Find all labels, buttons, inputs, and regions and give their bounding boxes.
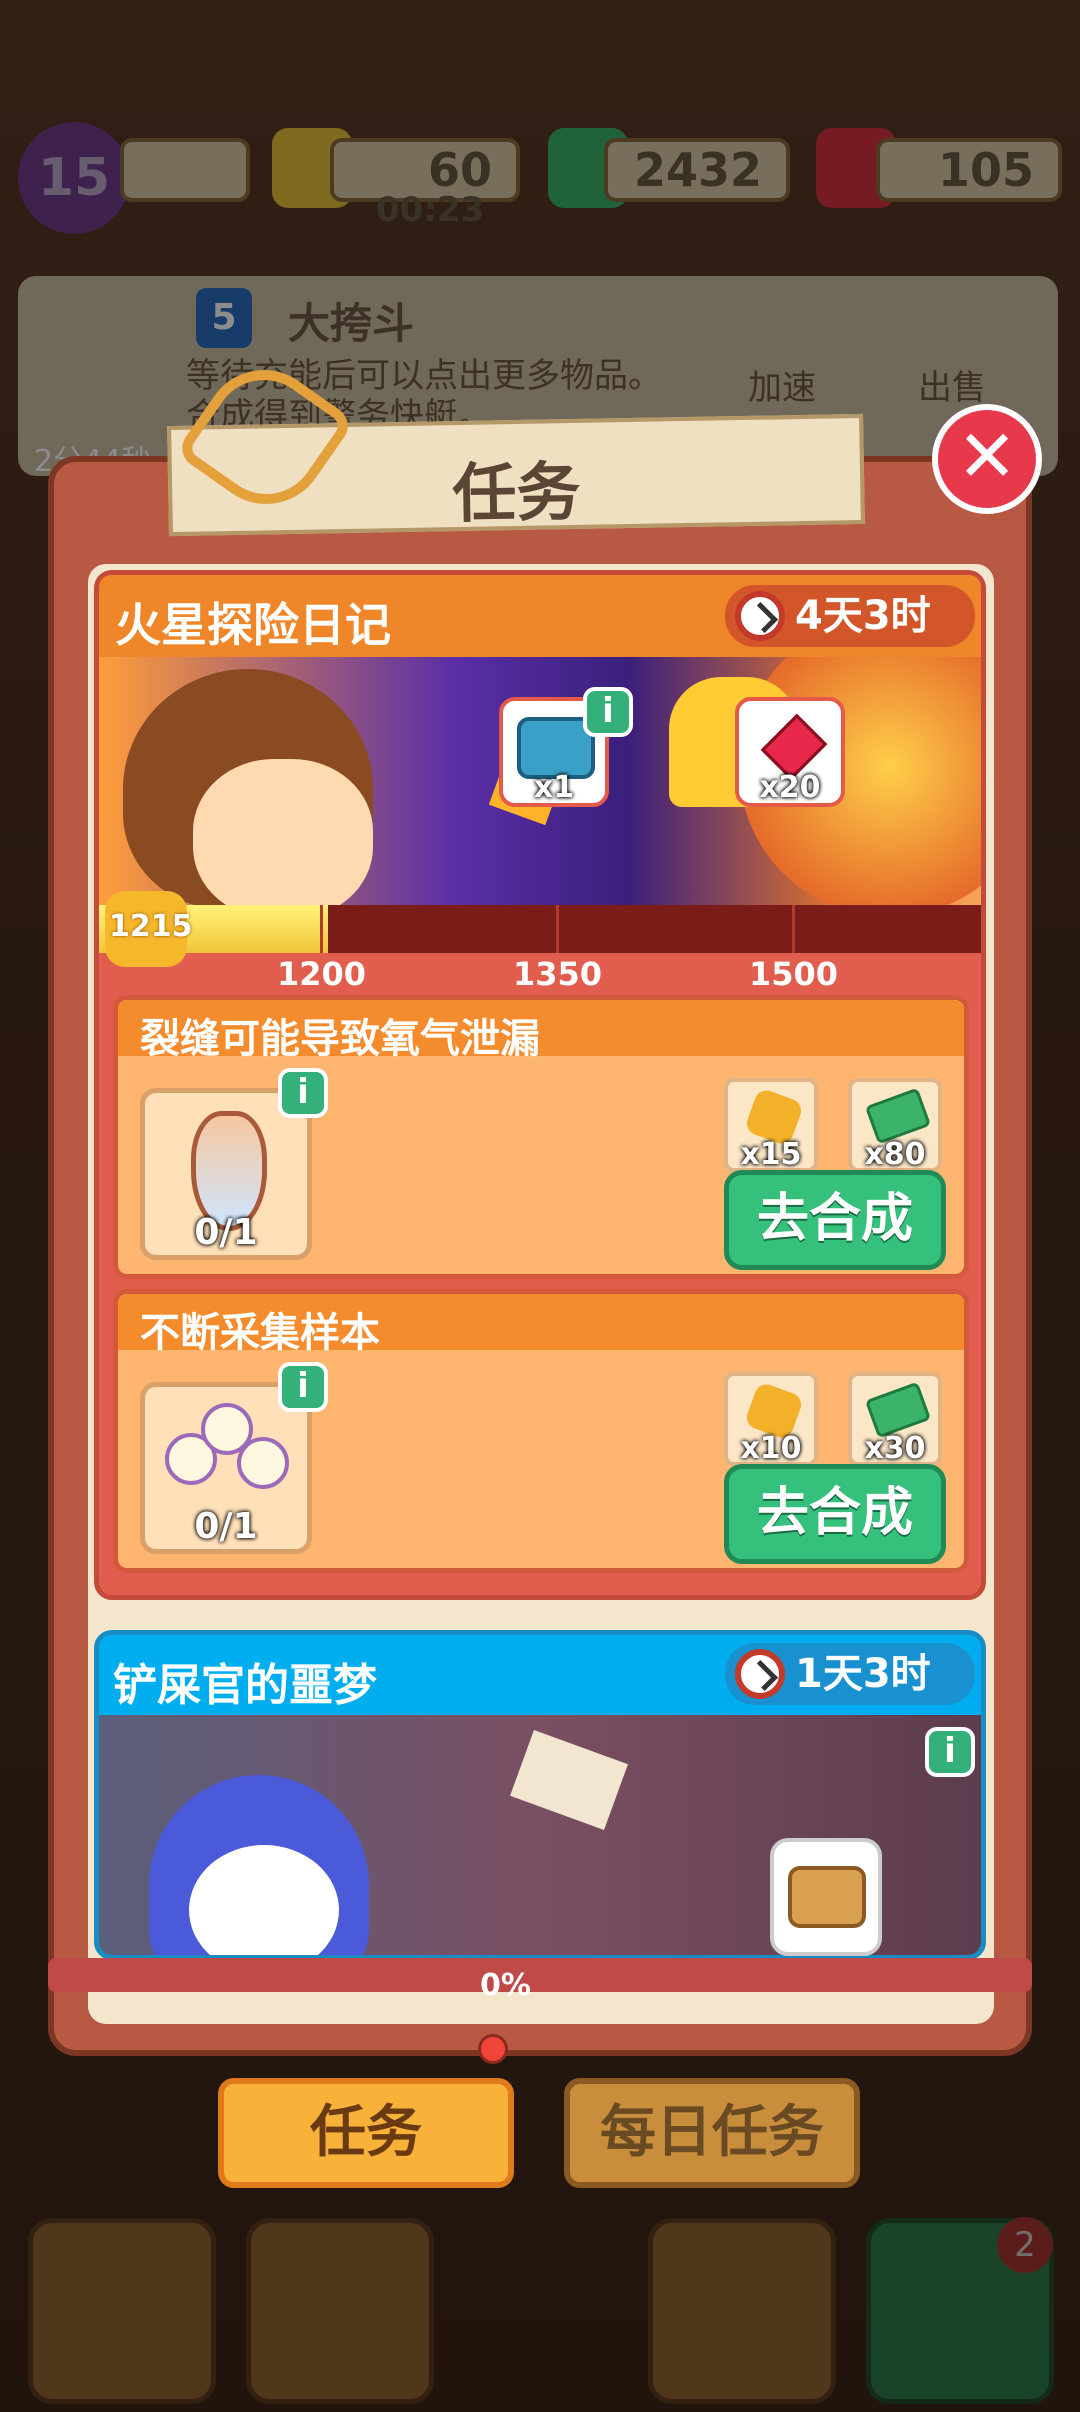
quest-title: 铲屎官的噩梦 — [113, 1660, 377, 1711]
treasure-chest-icon — [788, 1866, 866, 1928]
quest-progress-bar — [99, 905, 981, 953]
quest-timer: 4天3时 — [725, 585, 975, 647]
task-row: 裂缝可能导致氧气泄漏 0/1 i x15 x80 去合成 — [113, 995, 969, 1279]
milestone-label: 1500 — [749, 955, 839, 993]
task-header: 裂缝可能导致氧气泄漏 — [118, 1000, 964, 1062]
quest-reward-chest[interactable] — [770, 1838, 882, 1956]
quest-header: 火星探险日记 4天3时 — [99, 575, 981, 657]
quest-time-left: 4天3时 — [795, 593, 931, 639]
cash-icon — [864, 1087, 932, 1145]
task-reward: x30 — [848, 1372, 942, 1466]
tab-tasks[interactable]: 任务 — [218, 2078, 514, 2188]
task-header: 不断采集样本 — [118, 1294, 964, 1356]
milestone-tick — [320, 905, 323, 953]
paper-icon — [510, 1730, 628, 1830]
task-title: 裂缝可能导致氧气泄漏 — [140, 1016, 540, 1062]
milestone-label: 1200 — [277, 955, 367, 993]
quest-timer: 1天3时 — [725, 1643, 975, 1705]
go-merge-button[interactable]: 去合成 — [724, 1464, 946, 1564]
page-indicator-dot — [478, 2034, 508, 2064]
quest-header: 铲屎官的噩梦 1天3时 — [99, 1635, 981, 1715]
reward-quantity: x30 — [864, 1431, 926, 1466]
reward-quantity: x20 — [759, 770, 821, 805]
info-icon[interactable]: i — [583, 687, 633, 737]
task-progress: 0/1 — [194, 1212, 258, 1253]
quest2-progress-text: 0% — [480, 1968, 531, 2003]
milestone-tick — [792, 905, 795, 953]
go-merge-button[interactable]: 去合成 — [724, 1170, 946, 1270]
task-progress: 0/1 — [194, 1506, 258, 1547]
quest2-progress-bar — [48, 1958, 1032, 1992]
info-icon[interactable]: i — [278, 1362, 328, 1412]
reward-quantity: x80 — [864, 1137, 926, 1172]
blue-cat-icon — [149, 1775, 369, 1955]
quest-time-left: 1天3时 — [795, 1651, 931, 1697]
task-reward: x10 — [724, 1372, 818, 1466]
reward-quantity: x10 — [740, 1431, 802, 1466]
clock-icon — [735, 1649, 785, 1699]
info-icon[interactable]: i — [278, 1068, 328, 1118]
clock-icon — [735, 591, 785, 641]
info-icon[interactable]: i — [925, 1727, 975, 1777]
current-points: 1215 — [109, 909, 193, 944]
milestone-reward-gem[interactable]: x20 — [735, 697, 845, 807]
task-reward: x80 — [848, 1078, 942, 1172]
task-title: 不断采集样本 — [140, 1310, 380, 1356]
milestone-tick — [556, 905, 559, 953]
reward-quantity: x1 — [533, 770, 575, 805]
cash-icon — [864, 1381, 932, 1439]
task-reward: x15 — [724, 1078, 818, 1172]
astronaut-girl-icon — [123, 669, 373, 905]
reward-quantity: x15 — [740, 1137, 802, 1172]
task-row: 不断采集样本 0/1 i x10 x30 去合成 — [113, 1289, 969, 1573]
milestone-label: 1350 — [513, 955, 603, 993]
quest-title: 火星探险日记 — [115, 598, 391, 652]
tab-daily-tasks[interactable]: 每日任务 — [564, 2078, 860, 2188]
quest-card-mars: 火星探险日记 4天3时 x1 i x20 1215 1200 1350 1500… — [94, 570, 986, 1600]
close-button[interactable]: ✕ — [932, 404, 1042, 514]
